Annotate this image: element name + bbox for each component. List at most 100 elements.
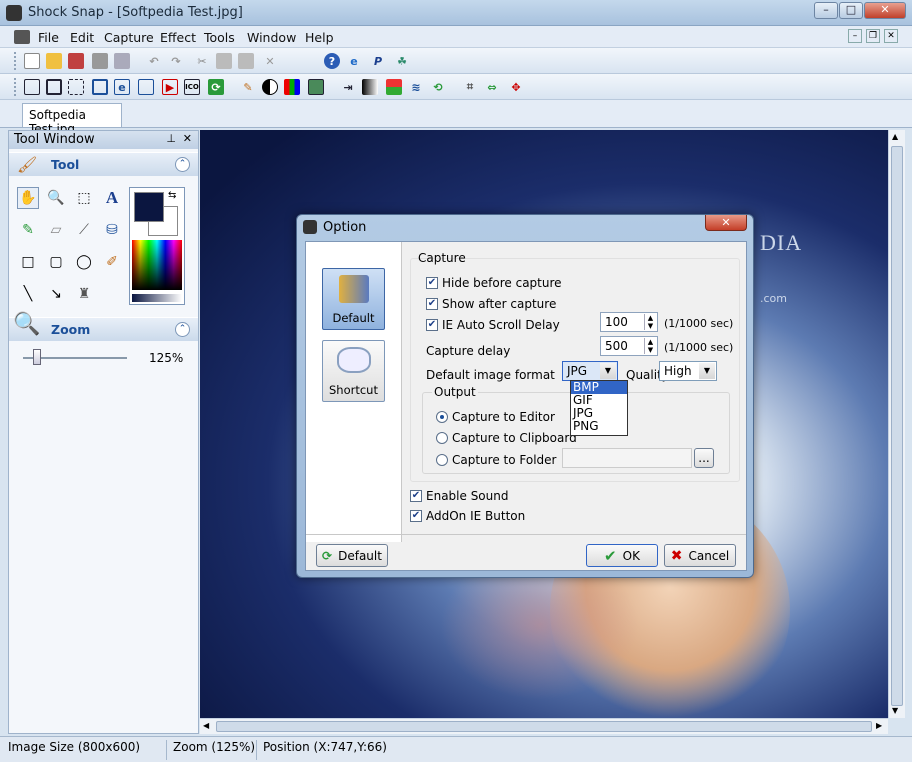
image-adjust-icon[interactable] <box>308 79 324 95</box>
scroll-left-icon[interactable]: ◀ <box>203 721 209 730</box>
horizontal-scrollbar[interactable]: ◀ ▶ <box>200 718 888 734</box>
rgb-icon[interactable] <box>284 79 300 95</box>
dialog-close-icon[interactable]: ✕ <box>705 215 747 231</box>
ok-button[interactable]: ✔ OK <box>586 544 658 567</box>
brush-tool-icon[interactable]: ⟋ <box>73 219 95 241</box>
redo-icon[interactable]: ↷ <box>168 53 184 69</box>
vertical-scroll-thumb[interactable] <box>891 146 903 706</box>
repeat-capture-icon[interactable]: ⟳ <box>208 79 224 95</box>
quality-select[interactable]: High ▼ <box>659 361 717 381</box>
menu-tools[interactable]: Tools <box>204 30 235 45</box>
scroll-down-icon[interactable]: ▼ <box>892 706 898 715</box>
swap-colors-icon[interactable]: ⇆ <box>168 190 176 201</box>
rounded-rect-tool-icon[interactable]: ▢ <box>45 251 67 273</box>
crop-icon[interactable]: ⌗ <box>462 79 478 95</box>
save-icon[interactable] <box>92 53 108 69</box>
tool-window-close-icon[interactable]: ✕ <box>183 132 192 145</box>
highlighter-tool-icon[interactable]: ✐ <box>101 251 123 273</box>
capture-menu-icon[interactable]: ▶ <box>162 79 178 95</box>
format-option-png[interactable]: PNG <box>571 420 627 433</box>
capture-region-icon[interactable] <box>68 79 84 95</box>
open-icon[interactable] <box>46 53 62 69</box>
close-icon[interactable]: ✕ <box>864 2 906 19</box>
hand-tool-icon[interactable]: ✋ <box>17 187 39 209</box>
menu-edit[interactable]: Edit <box>70 30 94 45</box>
tab-softpedia-test[interactable]: Softpedia Test.jpg <box>22 103 122 136</box>
line-tool-icon[interactable]: ╲ <box>17 283 39 305</box>
move-icon[interactable]: ✥ <box>508 79 524 95</box>
undo-icon[interactable]: ↶ <box>146 53 162 69</box>
flip-icon[interactable]: ⇔ <box>484 79 500 95</box>
capture-object-icon[interactable] <box>138 79 154 95</box>
capture-open-icon[interactable] <box>68 53 84 69</box>
mdi-restore-icon[interactable]: ❐ <box>866 29 880 43</box>
pen-tool-icon[interactable]: ✎ <box>17 219 39 241</box>
collapse-zoom-icon[interactable]: ⌃ <box>175 322 190 337</box>
menu-effect[interactable]: Effect <box>160 30 196 45</box>
minimize-icon[interactable]: – <box>814 2 838 19</box>
help-icon[interactable]: ? <box>324 53 340 69</box>
capture-scroll-icon[interactable]: e <box>114 79 130 95</box>
copy-icon[interactable] <box>216 53 232 69</box>
rectangle-tool-icon[interactable]: □ <box>17 251 39 273</box>
capture-icon-icon[interactable]: ICO <box>184 79 200 95</box>
zoom-slider-thumb[interactable] <box>33 349 41 365</box>
ie-scroll-spinner-icon[interactable]: ▲ ▼ <box>644 314 656 330</box>
menu-file[interactable]: File <box>38 30 59 45</box>
paste-icon[interactable] <box>238 53 254 69</box>
browse-button[interactable]: ... <box>694 448 714 468</box>
gradient-icon[interactable] <box>362 79 378 95</box>
color-palette[interactable] <box>132 240 182 290</box>
delete-icon[interactable]: ✕ <box>262 53 278 69</box>
print-icon[interactable] <box>114 53 130 69</box>
maximize-icon[interactable]: □ <box>839 2 863 19</box>
rotate-icon[interactable]: ⟲ <box>430 79 446 95</box>
hide-before-capture-checkbox[interactable]: ✔ <box>426 277 438 289</box>
capture-screen-icon[interactable] <box>24 79 40 95</box>
capture-delay-input[interactable]: 500 ▲ ▼ <box>600 336 658 356</box>
tool-section-header[interactable]: 🖌 Tool ⌃ <box>9 152 198 176</box>
zoom-tool-icon[interactable]: 🔍 <box>45 187 67 209</box>
ie-icon[interactable]: e <box>346 53 362 69</box>
wave-icon[interactable]: ≋ <box>408 79 424 95</box>
mdi-close-icon[interactable]: ✕ <box>884 29 898 43</box>
text-tool-icon[interactable]: A <box>101 187 123 209</box>
quality-dropdown-icon[interactable]: ▼ <box>699 363 715 379</box>
cancel-button[interactable]: ✖ Cancel <box>664 544 736 567</box>
brightness-slider[interactable] <box>132 294 182 302</box>
scroll-right-icon[interactable]: ▶ <box>876 721 882 730</box>
horizontal-scroll-thumb[interactable] <box>216 721 872 732</box>
pin-icon[interactable]: ⊥ <box>166 132 176 145</box>
menu-window[interactable]: Window <box>247 30 296 45</box>
collapse-tool-icon[interactable]: ⌃ <box>175 157 190 172</box>
stamp-tool-icon[interactable]: ♜ <box>73 283 95 305</box>
capture-to-editor-radio[interactable] <box>436 411 448 423</box>
scroll-up-icon[interactable]: ▲ <box>892 132 898 141</box>
folder-path-input[interactable] <box>562 448 692 468</box>
ie-auto-scroll-checkbox[interactable]: ✔ <box>426 319 438 331</box>
capture-delay-spinner-icon[interactable]: ▲ ▼ <box>644 338 656 354</box>
format-dropdown-icon[interactable]: ▼ <box>600 363 616 379</box>
show-after-capture-checkbox[interactable]: ✔ <box>426 298 438 310</box>
ellipse-tool-icon[interactable]: ◯ <box>73 251 95 273</box>
arrow-tool-icon[interactable]: ↘ <box>45 283 67 305</box>
cut-icon[interactable]: ✂ <box>194 53 210 69</box>
capture-window-icon[interactable] <box>46 79 62 95</box>
addon-ie-checkbox[interactable]: ✔ <box>410 510 422 522</box>
format-select[interactable]: JPG ▼ <box>562 361 618 381</box>
eraser-tool-icon[interactable]: ▱ <box>45 219 67 241</box>
menu-capture[interactable]: Capture <box>104 30 154 45</box>
nav-default-button[interactable]: Default <box>322 268 385 330</box>
vertical-scrollbar[interactable]: ▲ ▼ <box>888 130 905 718</box>
mosaic-icon[interactable] <box>386 79 402 95</box>
capture-to-clipboard-radio[interactable] <box>436 432 448 444</box>
default-button[interactable]: ⟳ Default <box>316 544 388 567</box>
new-icon[interactable] <box>24 53 40 69</box>
capture-fixed-icon[interactable] <box>92 79 108 95</box>
magic-wand-icon[interactable]: ✎ <box>240 79 256 95</box>
capture-to-folder-radio[interactable] <box>436 454 448 466</box>
mdi-minimize-icon[interactable]: – <box>848 29 862 43</box>
menu-help[interactable]: Help <box>305 30 334 45</box>
select-tool-icon[interactable]: ⬚ <box>73 187 95 209</box>
paypal-icon[interactable]: P <box>370 53 386 69</box>
